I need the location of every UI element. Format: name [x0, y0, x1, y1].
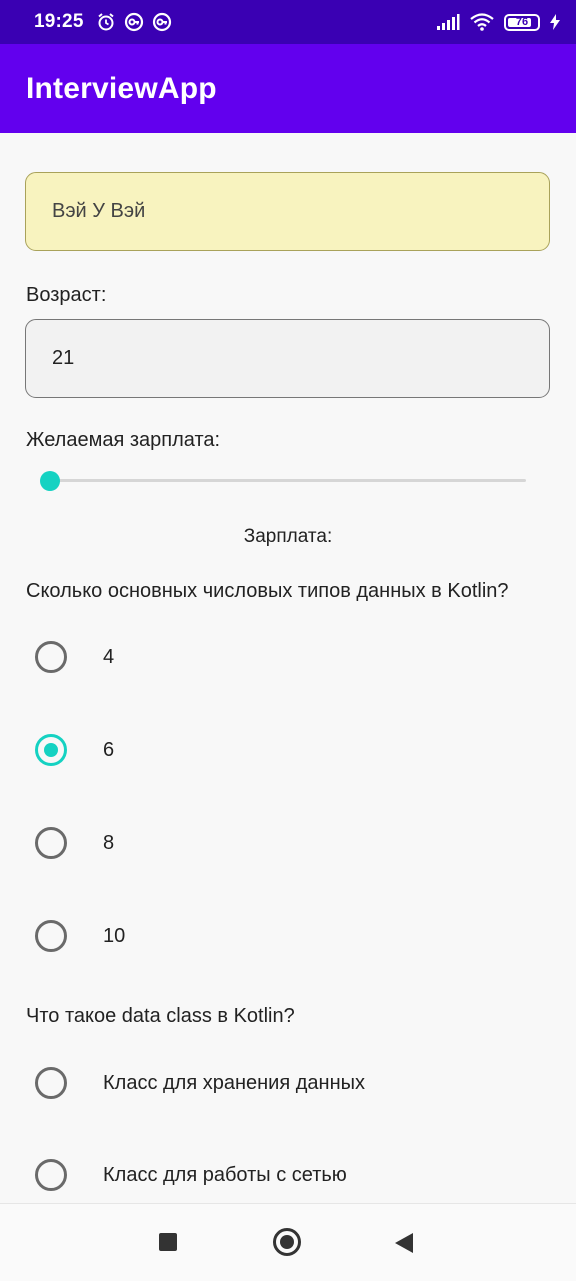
charging-icon: [550, 14, 560, 30]
q2-option-network[interactable]: Класс для работы с сетью: [35, 1155, 347, 1195]
q1-option-10[interactable]: 10: [35, 916, 125, 956]
radio-button-unchecked[interactable]: [35, 1067, 67, 1099]
radio-button-unchecked[interactable]: [35, 1159, 67, 1191]
vpn-key-icon: [124, 12, 143, 32]
radio-button-unchecked[interactable]: [35, 641, 67, 673]
radio-label: 6: [103, 738, 115, 761]
radio-label: Класс для хранения данных: [103, 1071, 366, 1094]
slider-thumb[interactable]: [40, 471, 60, 491]
salary-wish-label: Желаемая зарплата:: [26, 429, 221, 451]
salary-slider[interactable]: [40, 470, 526, 492]
q1-option-6[interactable]: 6: [35, 730, 114, 770]
app-title: InterviewApp: [26, 71, 217, 105]
radio-button-checked[interactable]: [35, 734, 67, 766]
age-label: Возраст:: [26, 284, 107, 306]
status-notification-icons: [96, 12, 172, 32]
age-field[interactable]: 21: [25, 319, 550, 398]
slider-track: [50, 479, 526, 482]
back-icon[interactable]: [395, 1233, 413, 1253]
age-field-value: 21: [52, 347, 75, 369]
q1-option-4[interactable]: 4: [35, 637, 114, 677]
salary-label: Зарплата:: [243, 526, 333, 547]
home-icon[interactable]: [273, 1228, 301, 1256]
question-1-text: Сколько основных числовых типов данных в…: [26, 580, 509, 602]
radio-button-unchecked[interactable]: [35, 827, 67, 859]
status-system-icons: 76: [436, 0, 560, 44]
signal-icon: [437, 14, 460, 30]
status-time: 19:25: [34, 11, 84, 32]
battery-level: 76: [515, 16, 529, 28]
radio-button-unchecked[interactable]: [35, 920, 67, 952]
radio-label: 4: [103, 645, 115, 668]
q2-option-data-storage[interactable]: Класс для хранения данных: [35, 1063, 365, 1103]
name-field-value: Вэй У Вэй: [52, 200, 146, 222]
battery-icon: 76: [504, 13, 540, 31]
app-bar: InterviewApp: [0, 44, 576, 133]
vpn-key-icon-2: [152, 12, 171, 32]
q1-option-8[interactable]: 8: [35, 823, 114, 863]
radio-label: 8: [103, 831, 115, 854]
system-nav-bar: [0, 1203, 576, 1281]
name-field[interactable]: Вэй У Вэй: [25, 172, 550, 251]
status-bar: 19:25 76: [0, 0, 576, 44]
radio-label: Класс для работы с сетью: [103, 1163, 347, 1186]
recents-icon[interactable]: [159, 1233, 177, 1251]
question-2-text: Что такое data class в Kotlin?: [26, 1005, 295, 1027]
alarm-icon: [97, 13, 114, 31]
wifi-icon: [470, 13, 494, 31]
radio-label: 10: [103, 924, 126, 947]
